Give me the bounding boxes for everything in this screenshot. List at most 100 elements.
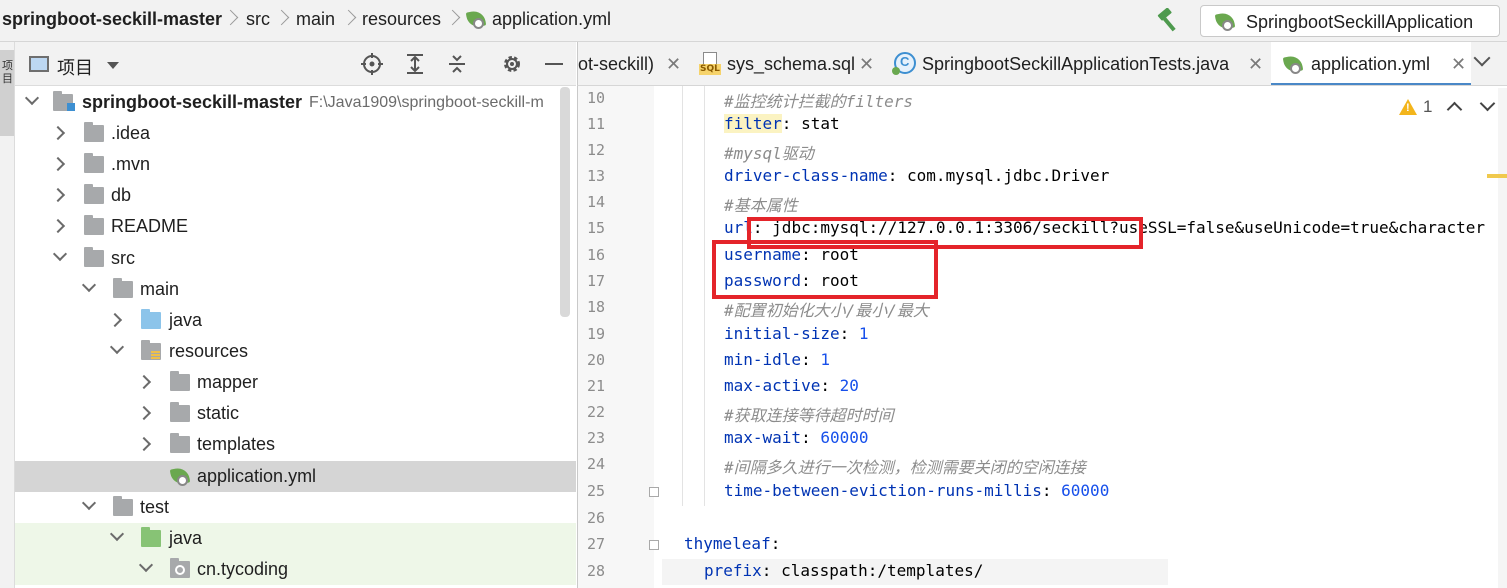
code-key: min-idle: [724, 350, 802, 369]
project-tool-window-tab[interactable]: 项目: [0, 50, 14, 136]
tree-item-label: cn.tycoding: [197, 559, 289, 579]
tab-label: sys_schema.sql: [727, 54, 856, 74]
tree-scrollbar[interactable]: [560, 87, 570, 317]
tree-item-label: test: [140, 497, 170, 517]
expanded-chevron-icon[interactable]: [81, 495, 97, 511]
close-tab-icon[interactable]: ✕: [666, 54, 681, 75]
folder-icon: [113, 496, 133, 516]
tree-item-label: springboot-seckill-master: [82, 92, 303, 112]
tree-item-resources[interactable]: resources: [15, 336, 576, 367]
breadcrumb-src[interactable]: src: [246, 9, 270, 30]
expanded-chevron-icon[interactable]: [81, 277, 97, 293]
tree-item-label: java: [169, 310, 203, 330]
tree-item-templates[interactable]: templates: [15, 429, 576, 460]
locate-crosshair-icon[interactable]: [361, 53, 383, 75]
collapsed-chevron-icon[interactable]: [107, 312, 123, 328]
navigation-bar: springboot-seckill-master src main resou…: [0, 0, 1507, 42]
tree-item-src[interactable]: src: [15, 243, 576, 274]
java-class-icon: C: [892, 52, 916, 75]
expand-all-icon[interactable]: [404, 53, 426, 75]
expanded-chevron-icon[interactable]: [52, 246, 68, 262]
hide-panel-minus-icon[interactable]: [543, 53, 565, 75]
tab-sys-schema-sql[interactable]: SQL sys_schema.sql ✕: [691, 42, 881, 85]
tree-item-mapper[interactable]: mapper: [15, 367, 576, 398]
tree-item-label: src: [111, 248, 135, 268]
collapsed-chevron-icon[interactable]: [50, 187, 66, 203]
inspection-warnings[interactable]: ! 1: [1399, 97, 1439, 118]
close-tab-icon[interactable]: ✕: [859, 54, 874, 75]
code-number: 60000: [1061, 481, 1110, 500]
expanded-chevron-icon[interactable]: [24, 90, 40, 106]
tree-item-static[interactable]: static: [15, 398, 576, 429]
collapse-all-icon[interactable]: [446, 53, 468, 75]
collapsed-chevron-icon[interactable]: [50, 125, 66, 141]
tree-item-project-root[interactable]: springboot-seckill-master F:\Java1909\sp…: [15, 87, 576, 118]
code-key: prefix: [704, 561, 762, 580]
tab-partial-project[interactable]: ot-seckill) ✕: [578, 42, 690, 85]
tree-item-label: mapper: [197, 372, 259, 392]
code-comment: #获取连接等待超时时间: [724, 406, 894, 425]
line-number: 26: [586, 509, 605, 527]
tree-item-idea[interactable]: .idea: [15, 118, 576, 149]
folder-icon: [84, 247, 104, 267]
tree-item-mvn[interactable]: .mvn: [15, 149, 576, 180]
breadcrumb-main[interactable]: main: [296, 9, 335, 30]
tree-item-application-yml[interactable]: application.yml: [15, 461, 576, 492]
source-folder-icon: [141, 309, 161, 329]
spring-yaml-icon: [1282, 54, 1305, 76]
folder-icon: [84, 184, 104, 204]
view-mode-dropdown-icon[interactable]: [107, 62, 119, 69]
breadcrumb-file[interactable]: application.yml: [492, 9, 611, 30]
tree-item-label: main: [140, 279, 180, 299]
warning-stripe-marker[interactable]: [1487, 174, 1507, 178]
expanded-chevron-icon[interactable]: [109, 526, 125, 542]
expanded-chevron-icon[interactable]: [109, 339, 125, 355]
spring-yaml-icon: [465, 9, 488, 31]
code-key: max-active: [724, 376, 821, 395]
code-key: filter: [724, 114, 782, 133]
project-view-icon: [29, 56, 49, 72]
run-configuration-selector[interactable]: SpringbootSeckillApplication: [1200, 5, 1500, 37]
code-line: 23 max-wait: 60000: [578, 426, 1507, 452]
project-panel-title[interactable]: 项目: [57, 54, 93, 80]
settings-gear-icon[interactable]: [501, 53, 523, 75]
code-line: 13 driver-class-name: com.mysql.jdbc.Dri…: [578, 164, 1507, 190]
build-hammer-icon[interactable]: [1155, 8, 1181, 32]
tree-item-test[interactable]: test: [15, 492, 576, 523]
line-number: 20: [586, 351, 605, 369]
breadcrumb-project[interactable]: springboot-seckill-master: [2, 9, 222, 30]
code-key: initial-size: [724, 324, 840, 343]
package-icon: [170, 558, 190, 578]
editor-scrollbar[interactable]: [1498, 88, 1507, 588]
collapsed-chevron-icon[interactable]: [136, 405, 152, 421]
fold-end-marker-icon[interactable]: [649, 487, 659, 497]
project-tool-window-label: 项目: [2, 60, 13, 85]
tab-application-tests-java[interactable]: C SpringbootSeckillApplicationTests.java…: [882, 42, 1263, 85]
line-number: 12: [586, 141, 605, 159]
collapsed-chevron-icon[interactable]: [136, 374, 152, 390]
tree-item-package[interactable]: cn.tycoding: [15, 554, 576, 585]
fold-marker-icon[interactable]: [649, 540, 659, 550]
tree-item-main[interactable]: main: [15, 274, 576, 305]
tree-item-java[interactable]: java: [15, 305, 576, 336]
project-path: F:\Java1909\springboot-seckill-m: [309, 94, 544, 111]
code-line: 24 #间隔多久进行一次检测，检测需要关闭的空闲连接: [578, 452, 1507, 478]
close-tab-icon[interactable]: ✕: [1451, 54, 1466, 75]
close-tab-icon[interactable]: ✕: [1248, 54, 1263, 75]
line-number: 27: [586, 535, 605, 553]
tree-item-db[interactable]: db: [15, 180, 576, 211]
code-editor[interactable]: 10 #监控统计拦截的filters 11 filter: stat 12 #m…: [577, 86, 1507, 588]
collapsed-chevron-icon[interactable]: [136, 436, 152, 452]
tree-item-readme[interactable]: README: [15, 211, 576, 242]
code-line: 20 min-idle: 1: [578, 348, 1507, 374]
code-comment: #配置初始化大小/最小/最大: [724, 301, 929, 320]
tree-item-test-java[interactable]: java: [15, 523, 576, 554]
collapsed-chevron-icon[interactable]: [50, 156, 66, 172]
tab-application-yml[interactable]: application.yml ✕: [1271, 42, 1471, 85]
sql-file-icon: SQL: [699, 52, 721, 76]
breadcrumb-resources[interactable]: resources: [362, 9, 441, 30]
line-number: 21: [586, 377, 605, 395]
code-line: 28 prefix: classpath:/templates/: [578, 559, 1507, 585]
collapsed-chevron-icon[interactable]: [50, 218, 66, 234]
expanded-chevron-icon[interactable]: [138, 557, 154, 573]
